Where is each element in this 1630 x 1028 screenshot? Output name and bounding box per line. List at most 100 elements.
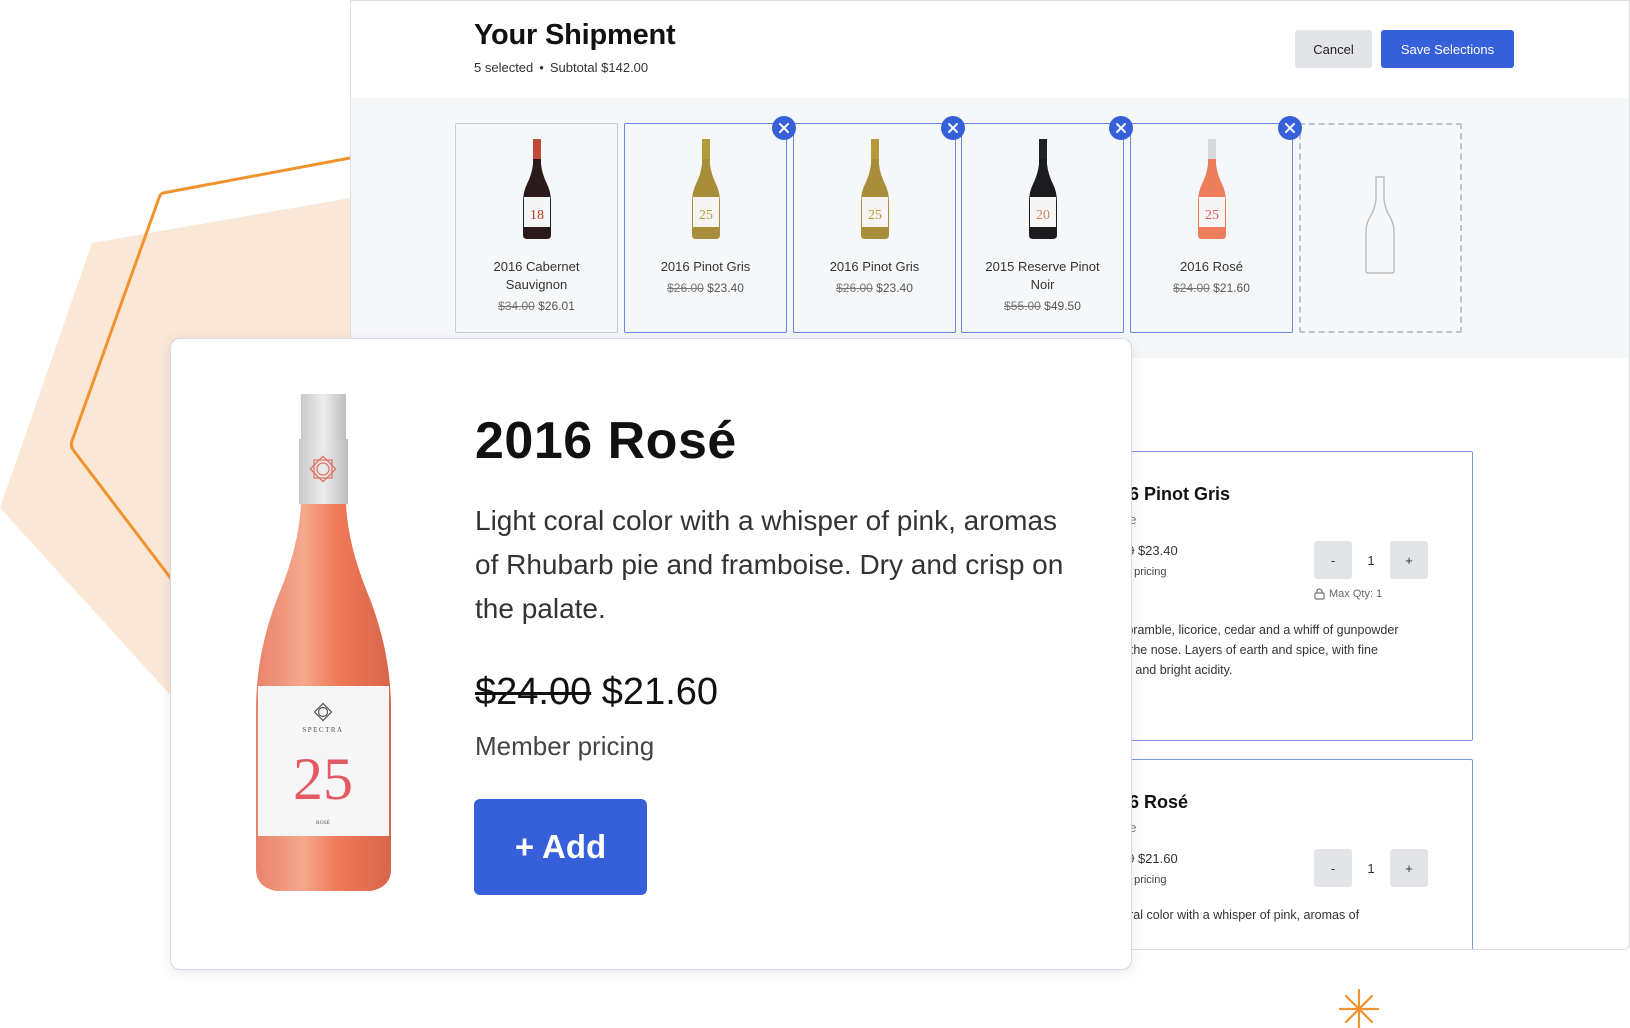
tile-price: $34.00 $26.01 (464, 297, 609, 315)
bottle-thumbnail: 25 (794, 139, 955, 249)
save-selections-button[interactable]: Save Selections (1381, 30, 1514, 68)
svg-text:25: 25 (868, 208, 882, 223)
bottle-thumbnail: 25 (1131, 139, 1292, 249)
tile-name: 2016 Pinot Gris $26.00 $23.40 (633, 258, 778, 297)
close-icon (948, 123, 958, 133)
desc-line: m, bramble, licorice, cedar and a whiff … (1109, 623, 1399, 637)
page-title: Your Shipment (474, 19, 676, 51)
tile-name-line: Noir (1030, 277, 1055, 292)
cancel-button[interactable]: Cancel (1295, 30, 1372, 68)
lock-icon (1314, 588, 1325, 600)
tile-name: 2016 Pinot Gris $26.00 $23.40 (802, 258, 947, 297)
tile-member-price: $26.01 (538, 299, 575, 313)
qty-increase-button[interactable]: + (1390, 849, 1428, 887)
svg-text:25: 25 (1205, 208, 1219, 223)
remove-button[interactable] (1109, 116, 1133, 140)
shipment-tile[interactable]: 25 2016 Pinot Gris $26.00 $23.40 (624, 116, 796, 333)
list-item-member-price: $23.40 (1137, 543, 1178, 558)
remove-button[interactable] (941, 116, 965, 140)
tile-member-price: $49.50 (1044, 299, 1081, 313)
tile-price: $55.00 $49.50 (970, 297, 1115, 315)
member-price: $21.60 (601, 671, 719, 713)
max-qty-label: Max Qty: 1 (1329, 588, 1383, 600)
desc-line: on the nose. Layers of earth and spice, … (1109, 643, 1378, 657)
tile-member-price: $23.40 (876, 281, 913, 295)
tile-name: 2016 Cabernet Sauvignon $34.00 $26.01 (464, 258, 609, 315)
bottle-thumbnail: 18 (456, 139, 617, 249)
tile-name-line: 2015 Reserve Pinot (985, 259, 1100, 274)
wine-bottle-icon: 25 (860, 139, 889, 239)
qty-decrease-button[interactable]: - (1314, 849, 1352, 887)
list-item-description: m, bramble, licorice, cedar and a whiff … (1109, 620, 1449, 680)
list-item[interactable]: 016 Rosé btitle 4.00 $21.60 nber pricing… (1096, 759, 1473, 949)
quantity-stepper: - 1 + (1314, 849, 1428, 887)
tile-old-price: $55.00 (1004, 299, 1041, 313)
qty-decrease-button[interactable]: - (1314, 541, 1352, 579)
tile-name-line: 2016 Rosé (1180, 259, 1243, 274)
remove-button[interactable] (1278, 116, 1302, 140)
member-pricing-label: Member pricing (475, 731, 655, 761)
max-qty-note: Max Qty: 1 (1314, 588, 1382, 600)
tile-old-price: $26.00 (836, 281, 873, 295)
empty-slot[interactable] (1299, 123, 1462, 333)
wine-bottle-icon: 25 (691, 139, 720, 239)
qty-value: 1 (1367, 860, 1375, 876)
shipment-tile[interactable]: 25 2016 Pinot Gris $26.00 $23.40 (793, 116, 965, 333)
desc-line: t coral color with a whisper of pink, ar… (1109, 908, 1360, 922)
tile-name-line: 2016 Pinot Gris (829, 259, 920, 274)
desc-line: nins and bright acidity. (1109, 663, 1233, 677)
shipment-tile[interactable]: 25 2016 Rosé $24.00 $21.60 (1130, 116, 1302, 333)
svg-text:18: 18 (530, 208, 544, 223)
shipment-summary: 5 selected • Subtotal $142.00 (474, 60, 648, 75)
tile-old-price: $26.00 (667, 281, 704, 295)
list-item[interactable]: 016 Pinot Gris btitle 6.00 $23.40 nber p… (1096, 451, 1473, 741)
wine-bottle-icon: 20 (1028, 139, 1057, 239)
tile-member-price: $21.60 (1213, 281, 1250, 295)
product-description: Light coral color with a whisper of pink… (475, 505, 1064, 624)
product-price: $24.00 $21.60 (475, 671, 718, 714)
qty-value: 1 (1367, 552, 1375, 568)
bottle-number: 25 (293, 746, 353, 812)
tile-name: 2016 Rosé $24.00 $21.60 (1139, 258, 1284, 297)
bottle-brand: SPECTRA (302, 726, 343, 734)
list-item-member-price: $21.60 (1137, 851, 1178, 866)
sparkle-icon (1338, 988, 1380, 1028)
selection-tray: 18 2016 Cabernet Sauvignon $34.00 $26.01… (351, 98, 1629, 358)
remove-button[interactable] (772, 116, 796, 140)
add-button[interactable]: + Add (474, 799, 647, 895)
close-icon (779, 123, 789, 133)
subtotal: Subtotal $142.00 (549, 60, 649, 75)
separator-dot: • (539, 60, 544, 75)
bottle-outline-icon (1365, 176, 1395, 274)
product-detail-card: SPECTRA 25 ROSÉ 2016 Rosé Light coral co… (170, 338, 1132, 970)
qty-increase-button[interactable]: + (1390, 541, 1428, 579)
product-title: 2016 Rosé (475, 412, 737, 470)
tile-name-line: 2016 Pinot Gris (660, 259, 751, 274)
wine-bottle-icon: 25 (1197, 139, 1226, 239)
original-price: $24.00 (475, 671, 592, 713)
svg-text:25: 25 (699, 208, 713, 223)
wine-bottle-image: SPECTRA 25 ROSÉ (256, 394, 391, 891)
tile-old-price: $24.00 (1173, 281, 1210, 295)
shipment-header: Your Shipment 5 selected • Subtotal $142.0… (351, 1, 1629, 98)
tile-name-line: 2016 Cabernet (493, 259, 580, 274)
tile-name-line: Sauvignon (505, 277, 568, 292)
quantity-stepper: - 1 + (1314, 541, 1428, 579)
close-icon (1116, 123, 1126, 133)
tile-old-price: $34.00 (498, 299, 535, 313)
list-item-description: t coral color with a whisper of pink, ar… (1109, 905, 1449, 925)
wine-bottle-icon: 18 (522, 139, 551, 239)
bottle-thumbnail: 20 (962, 139, 1123, 249)
bottle-thumbnail: 25 (625, 139, 786, 249)
tile-member-price: $23.40 (707, 281, 744, 295)
svg-text:20: 20 (1036, 208, 1050, 223)
tile-name: 2015 Reserve Pinot Noir $55.00 $49.50 (970, 258, 1115, 315)
close-icon (1285, 123, 1295, 133)
tile-price: $26.00 $23.40 (633, 279, 778, 297)
shipment-tile[interactable]: 18 2016 Cabernet Sauvignon $34.00 $26.01 (455, 123, 618, 333)
tile-price: $24.00 $21.60 (1139, 279, 1284, 297)
selected-count: 5 selected (474, 60, 534, 75)
tile-price: $26.00 $23.40 (802, 279, 947, 297)
shipment-tile[interactable]: 20 2015 Reserve Pinot Noir $55.00 $49.50 (961, 116, 1133, 333)
bottle-variety: ROSÉ (316, 818, 331, 826)
